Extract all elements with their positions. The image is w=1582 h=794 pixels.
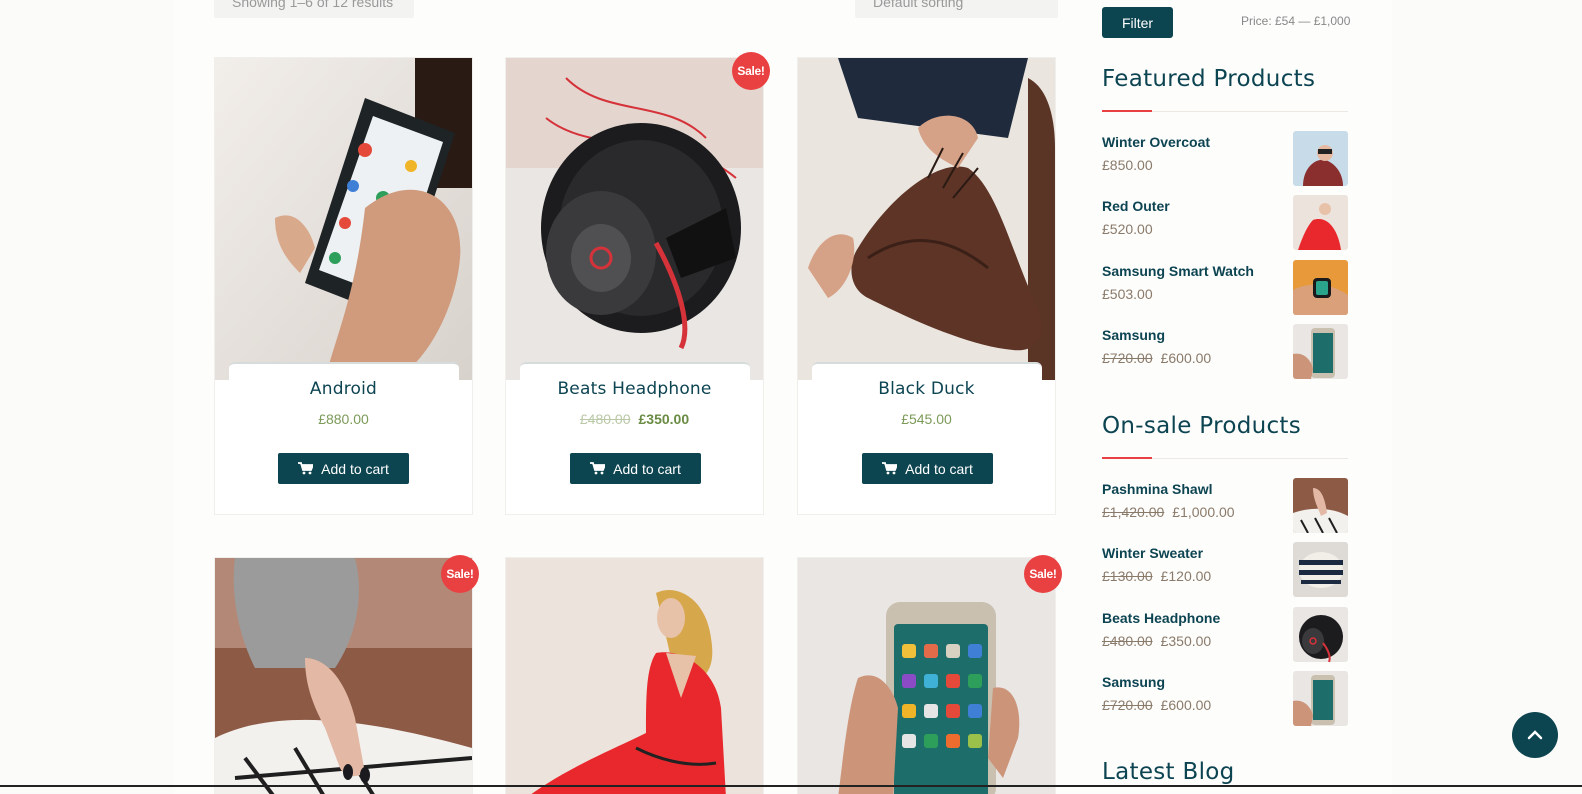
featured-item[interactable]: Winter Overcoat £850.00 [1102, 131, 1348, 187]
latest-blog-title: Latest Blog [1102, 759, 1235, 785]
sale-badge: Sale! [732, 52, 770, 90]
chevron-up-icon [1527, 730, 1543, 740]
product-card-black-duck[interactable]: Black Duck £545.00 Add to cart [797, 57, 1056, 515]
cart-icon [882, 462, 898, 475]
cart-icon [298, 462, 314, 475]
add-to-cart-button[interactable]: Add to cart [862, 453, 993, 484]
product-thumbnail[interactable] [1293, 478, 1348, 533]
product-thumbnail[interactable] [1293, 671, 1348, 726]
featured-item[interactable]: Samsung £720.00 £600.00 [1102, 324, 1348, 380]
product-card-red-dress[interactable] [505, 557, 764, 794]
product-image-samsung[interactable] [798, 558, 1055, 794]
product-image-black-duck[interactable] [798, 58, 1055, 380]
filter-button[interactable]: Filter [1102, 7, 1173, 38]
product-price: £480.00 £350.00 [579, 411, 690, 427]
product-card-beats-headphone[interactable]: Sale! Beats Headphone £480.00 £350.00 Add… [505, 52, 770, 515]
product-card-shawl[interactable]: Sale! [214, 555, 479, 794]
product-title[interactable]: Android [215, 379, 472, 399]
product-thumbnail[interactable] [1293, 195, 1348, 250]
onsale-item[interactable]: Pashmina Shawl £1,420.00 £1,000.00 [1102, 478, 1348, 534]
product-image-red-dress[interactable] [506, 558, 763, 794]
product-thumbnail[interactable] [1293, 324, 1348, 379]
product-thumbnail[interactable] [1293, 542, 1348, 597]
onsale-products-title: On-sale Products [1102, 413, 1302, 439]
featured-products-title: Featured Products [1102, 66, 1316, 92]
product-thumbnail[interactable] [1293, 607, 1348, 662]
price-range-label: Price: £54 — £1,000 [1241, 14, 1351, 28]
product-card-android[interactable]: Android £880.00 Add to cart [214, 57, 473, 515]
onsale-item[interactable]: Winter Sweater £130.00 £120.00 [1102, 542, 1348, 598]
product-title[interactable]: Beats Headphone [506, 379, 763, 399]
result-count: Showing 1–6 of 12 results [214, 0, 414, 18]
product-title[interactable]: Black Duck [798, 379, 1055, 399]
sale-badge: Sale! [1024, 555, 1062, 593]
product-price: £545.00 [901, 411, 952, 427]
sale-badge: Sale! [441, 555, 479, 593]
product-thumbnail[interactable] [1293, 260, 1348, 315]
add-to-cart-button[interactable]: Add to cart [278, 453, 409, 484]
product-image-beats-headphone[interactable] [506, 58, 763, 380]
cart-icon [590, 462, 606, 475]
featured-item[interactable]: Samsung Smart Watch £503.00 [1102, 260, 1348, 316]
onsale-item[interactable]: Samsung £720.00 £600.00 [1102, 671, 1348, 727]
add-to-cart-button[interactable]: Add to cart [570, 453, 701, 484]
sort-select[interactable]: Default sorting [855, 0, 1058, 18]
product-thumbnail[interactable] [1293, 131, 1348, 186]
product-price: £880.00 [318, 411, 369, 427]
featured-item[interactable]: Red Outer £520.00 [1102, 195, 1348, 251]
viewport-bottom-border [0, 785, 1582, 787]
product-image-android[interactable] [215, 58, 472, 380]
widget-divider [1102, 110, 1348, 112]
scroll-to-top-button[interactable] [1512, 712, 1558, 758]
widget-divider [1102, 457, 1348, 459]
onsale-item[interactable]: Beats Headphone £480.00 £350.00 [1102, 607, 1348, 663]
product-card-samsung[interactable]: Sale! [797, 555, 1062, 794]
product-image-shawl[interactable] [215, 558, 472, 794]
